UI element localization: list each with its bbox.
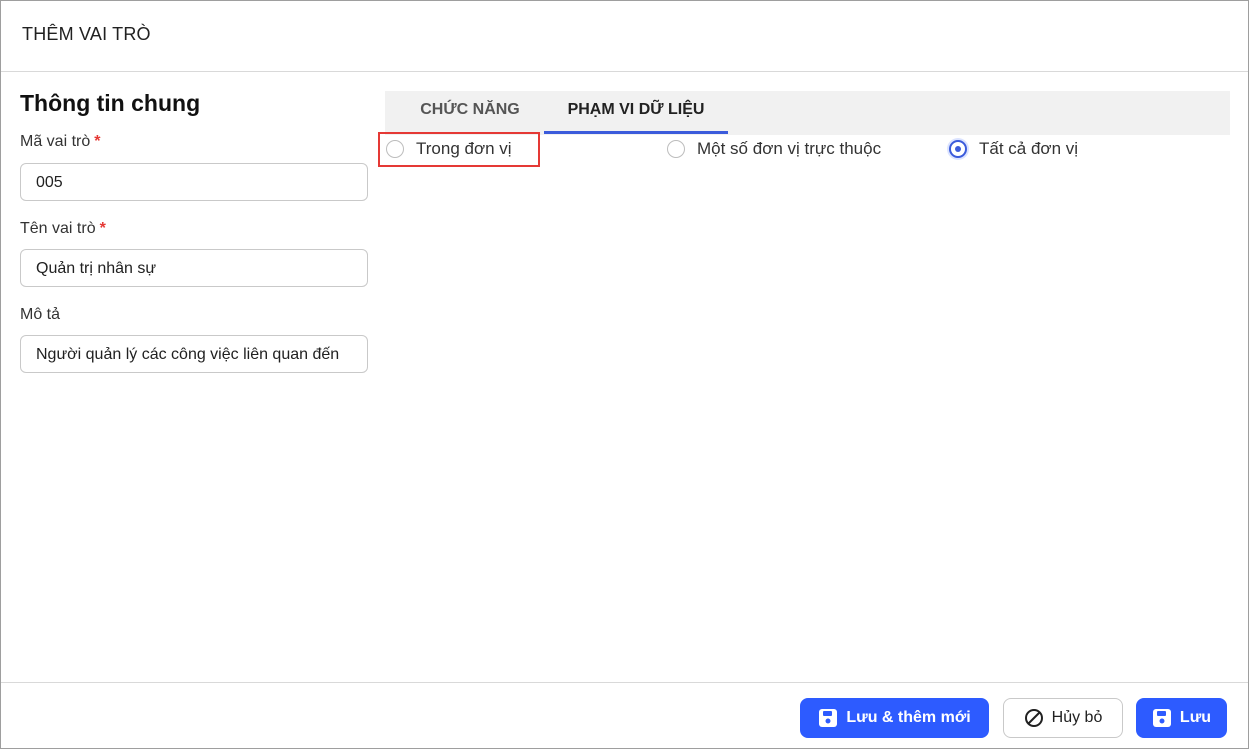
cancel-label: Hủy bỏ — [1051, 709, 1103, 726]
general-info-title: Thông tin chung — [20, 90, 201, 116]
description-label: Mô tả — [20, 306, 60, 324]
role-name-label: Tên vai trò * — [20, 220, 106, 238]
save-label: Lưu — [1179, 709, 1212, 726]
save-and-new-button[interactable]: Lưu & thêm mới — [800, 698, 989, 738]
radio-label: Trong đơn vị — [416, 139, 512, 158]
floppy-disk-icon — [1152, 708, 1172, 728]
radio-label: Một số đơn vị trực thuộc — [697, 139, 882, 158]
floppy-disk-icon — [818, 708, 838, 728]
radio-all-units[interactable]: Tất cả đơn vị — [949, 136, 1078, 162]
dialog-header: THÊM VAI TRÒ — [1, 1, 1248, 72]
required-marker: * — [99, 220, 106, 237]
description-label-text: Mô tả — [20, 306, 61, 323]
tab-bar: CHỨC NĂNG PHẠM VI DỮ LIỆU — [385, 91, 1230, 135]
cancel-button[interactable]: Hủy bỏ — [1003, 698, 1123, 738]
radio-within-unit[interactable]: Trong đơn vị — [386, 136, 512, 162]
role-code-label-text: Mã vai trò — [20, 133, 91, 150]
role-code-input[interactable]: 005 — [20, 163, 368, 201]
radio-circle-icon[interactable] — [667, 140, 685, 158]
description-input[interactable]: Người quản lý các công việc liên quan đế… — [20, 335, 368, 373]
tab-functions[interactable]: CHỨC NĂNG — [399, 91, 541, 131]
prohibit-icon — [1024, 708, 1044, 728]
radio-some-subunits[interactable]: Một số đơn vị trực thuộc — [667, 136, 881, 162]
radio-circle-icon[interactable] — [386, 140, 404, 158]
role-name-input[interactable]: Quản trị nhân sự — [20, 249, 368, 287]
radio-label: Tất cả đơn vị — [979, 139, 1079, 158]
add-role-dialog: THÊM VAI TRÒ Thông tin chung Mã vai trò *… — [0, 0, 1249, 749]
role-code-label: Mã vai trò * — [20, 133, 100, 151]
tab-data-scope[interactable]: PHẠM VI DỮ LIỆU — [544, 91, 728, 134]
radio-checked-icon[interactable] — [949, 140, 967, 158]
dialog-title: THÊM VAI TRÒ — [22, 24, 151, 44]
save-button[interactable]: Lưu — [1136, 698, 1227, 738]
save-and-new-label: Lưu & thêm mới — [846, 709, 971, 726]
role-name-label-text: Tên vai trò — [20, 220, 96, 237]
required-marker: * — [94, 133, 101, 150]
